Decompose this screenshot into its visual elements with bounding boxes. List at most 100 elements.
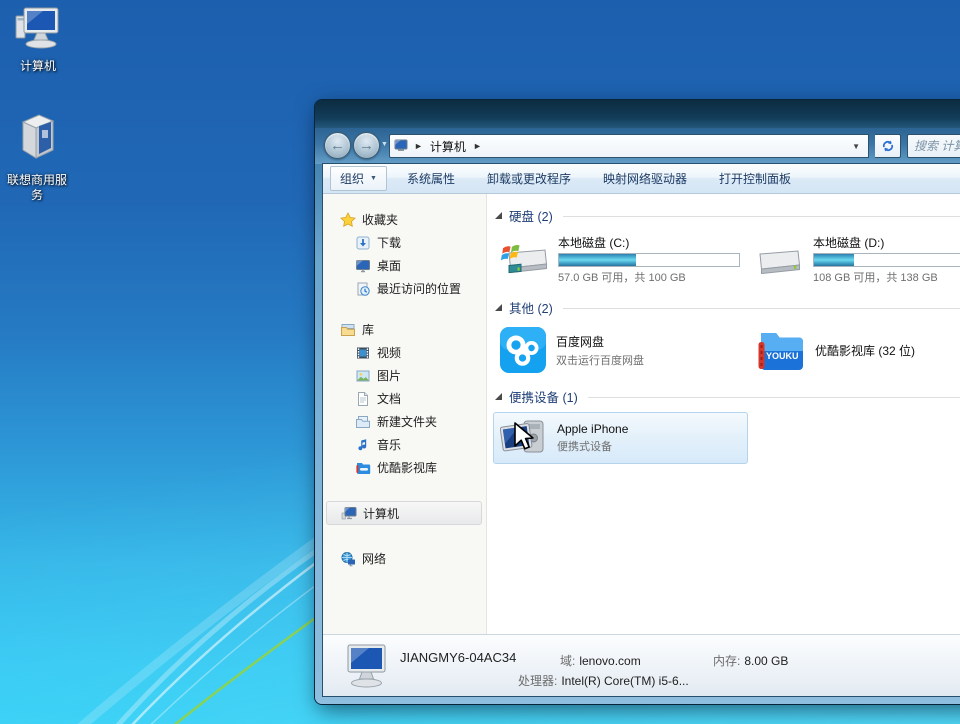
- forward-button[interactable]: →: [353, 132, 380, 159]
- refresh-button[interactable]: [875, 134, 901, 158]
- youku-tile[interactable]: YOUKU 优酷影视库 (32 位): [748, 323, 960, 377]
- group-header-harddisks[interactable]: 硬盘 (2): [495, 206, 960, 225]
- sidebar-item-desktop[interactable]: 桌面: [323, 254, 486, 277]
- navigation-pane: 收藏夹 下载 桌面 最近访问的位置 库 视频 图片 文档 新建文件夹 音乐 优酷…: [323, 194, 487, 634]
- drive-capacity-text: 108 GB 可用，共 138 GB: [813, 272, 938, 284]
- computer-details-icon: [343, 643, 391, 689]
- details-pane: JIANGMY6-04AC34 域: lenovo.com 内存: 8.00 GB …: [323, 634, 960, 696]
- sidebar-item-label: 计算机: [363, 506, 400, 521]
- system-properties-button[interactable]: 系统属性: [401, 167, 461, 190]
- sidebar-item-pictures[interactable]: 图片: [323, 364, 486, 387]
- desktop-icon-label: 联想商用服务: [6, 173, 67, 202]
- processor-field: 处理器: Intel(R) Core(TM) i5-6...: [518, 672, 689, 689]
- baidu-netdisk-tile[interactable]: 百度网盘 双击运行百度网盘: [493, 323, 748, 377]
- computer-name: JIANGMY6-04AC34: [400, 650, 517, 665]
- drive-capacity-text: 57.0 GB 可用，共 100 GB: [558, 272, 686, 284]
- capacity-bar-fill: [559, 254, 637, 266]
- chevron-down-icon: ▼: [370, 175, 377, 182]
- open-control-panel-button[interactable]: 打开控制面板: [713, 167, 797, 190]
- memory-value: 8.00 GB: [744, 654, 789, 668]
- sidebar-item-label: 收藏夹: [362, 213, 399, 227]
- harddisk-tiles: 本地磁盘 (C:) 57.0 GB 可用，共 100 GB 本地磁盘 (D:) …: [493, 231, 960, 288]
- star-icon: [340, 211, 356, 228]
- sidebar-item-new-folder[interactable]: 新建文件夹: [323, 410, 486, 433]
- navigation-bar: ← → ▼ ► 计算机 ► ▼: [315, 128, 960, 164]
- computer-desktop-icon: [13, 6, 63, 52]
- location-computer-icon: [394, 139, 410, 153]
- history-dropdown-icon[interactable]: ▼: [381, 141, 388, 148]
- search-input[interactable]: [914, 139, 960, 153]
- apple-iphone-tile[interactable]: Apple iPhone 便携式设备: [493, 412, 748, 464]
- breadcrumb-computer[interactable]: 计算机: [427, 137, 469, 156]
- sidebar-item-youku-library[interactable]: 优酷影视库: [323, 456, 486, 479]
- sidebar-item-label: 图片: [377, 369, 402, 383]
- domain-label: 域:: [560, 654, 576, 668]
- desktop: { "desktop": { "icons": [ { "label": "计算…: [0, 0, 960, 724]
- address-bar[interactable]: ► 计算机 ► ▼: [389, 134, 869, 158]
- desktop-icon: [355, 258, 371, 274]
- back-arrow-icon: ←: [330, 137, 345, 154]
- drive-name: 本地磁盘 (C:): [558, 236, 630, 250]
- other-tiles: 百度网盘 双击运行百度网盘 YOUKU 优酷影视库 (32 位): [493, 323, 960, 377]
- baidu-netdisk-icon: [499, 326, 547, 374]
- sidebar-item-label: 音乐: [377, 438, 402, 452]
- sidebar-item-computer[interactable]: 计算机: [326, 501, 482, 525]
- sidebar-item-label: 优酷影视库: [377, 461, 438, 475]
- domain-value: lenovo.com: [579, 654, 641, 668]
- organize-button[interactable]: 组织 ▼: [330, 166, 387, 191]
- group-header-portable-devices[interactable]: 便携设备 (1): [495, 387, 960, 406]
- desktop-icon-computer[interactable]: 计算机: [5, 6, 71, 74]
- breadcrumb-arrow-icon[interactable]: ►: [414, 141, 423, 151]
- sidebar-item-label: 网络: [362, 552, 387, 566]
- empty-cell: [748, 412, 960, 464]
- videos-icon: [355, 345, 371, 361]
- group-rule: [562, 308, 960, 309]
- forward-arrow-icon: →: [359, 137, 374, 154]
- item-name: Apple iPhone: [557, 422, 629, 436]
- memory-label: 内存:: [713, 654, 741, 668]
- memory-field: 内存: 8.00 GB: [713, 652, 788, 669]
- sidebar-item-libraries[interactable]: 库: [323, 318, 486, 341]
- drive-c-tile[interactable]: 本地磁盘 (C:) 57.0 GB 可用，共 100 GB: [493, 231, 748, 288]
- sidebar-item-documents[interactable]: 文档: [323, 387, 486, 410]
- youku-folder-icon: YOUKU: [754, 329, 806, 371]
- content-area: 收藏夹 下载 桌面 最近访问的位置 库 视频 图片 文档 新建文件夹 音乐 优酷…: [323, 194, 960, 634]
- sidebar-item-label: 新建文件夹: [377, 415, 438, 429]
- window-client-area: 组织 ▼ 系统属性 卸载或更改程序 映射网络驱动器 打开控制面板 收藏夹 下载 …: [323, 164, 960, 696]
- sidebar-item-label: 最近访问的位置: [377, 282, 462, 296]
- sidebar-item-favorites[interactable]: 收藏夹: [323, 208, 486, 231]
- drive-c-icon: [499, 240, 549, 280]
- processor-label: 处理器:: [518, 674, 558, 688]
- sidebar-item-music[interactable]: 音乐: [323, 433, 486, 456]
- back-button[interactable]: ←: [324, 132, 351, 159]
- capacity-bar: [813, 253, 960, 267]
- address-dropdown-icon[interactable]: ▼: [848, 142, 864, 151]
- youku-logo-text: YOUKU: [766, 351, 799, 361]
- item-name: 优酷影视库 (32 位): [815, 343, 916, 358]
- desktop-icon-lenovo-service[interactable]: 联想商用服务: [4, 110, 70, 203]
- processor-value: Intel(R) Core(TM) i5-6...: [561, 674, 689, 688]
- recent-places-icon: [355, 281, 371, 297]
- breadcrumb-arrow-icon[interactable]: ►: [473, 141, 482, 151]
- capacity-bar-fill: [814, 254, 854, 266]
- sidebar-item-videos[interactable]: 视频: [323, 341, 486, 364]
- collapse-triangle-icon: [495, 212, 502, 219]
- folder-icon: [355, 414, 371, 430]
- computer-icon: [341, 505, 357, 521]
- domain-field: 域: lenovo.com: [560, 652, 641, 669]
- sidebar-item-downloads[interactable]: 下载: [323, 231, 486, 254]
- map-network-drive-button[interactable]: 映射网络驱动器: [597, 167, 693, 190]
- group-header-other[interactable]: 其他 (2): [495, 298, 960, 317]
- sidebar-item-network[interactable]: 网络: [323, 547, 486, 570]
- organize-label: 组织: [340, 172, 365, 186]
- drive-d-tile[interactable]: 本地磁盘 (D:) 108 GB 可用，共 138 GB: [748, 231, 960, 288]
- drive-name: 本地磁盘 (D:): [813, 236, 885, 250]
- uninstall-program-button[interactable]: 卸载或更改程序: [481, 167, 577, 190]
- sidebar-item-label: 下载: [377, 236, 402, 250]
- desktop-icon-label: 计算机: [19, 59, 56, 73]
- sidebar-item-recent-places[interactable]: 最近访问的位置: [323, 277, 486, 300]
- collapse-triangle-icon: [495, 393, 502, 400]
